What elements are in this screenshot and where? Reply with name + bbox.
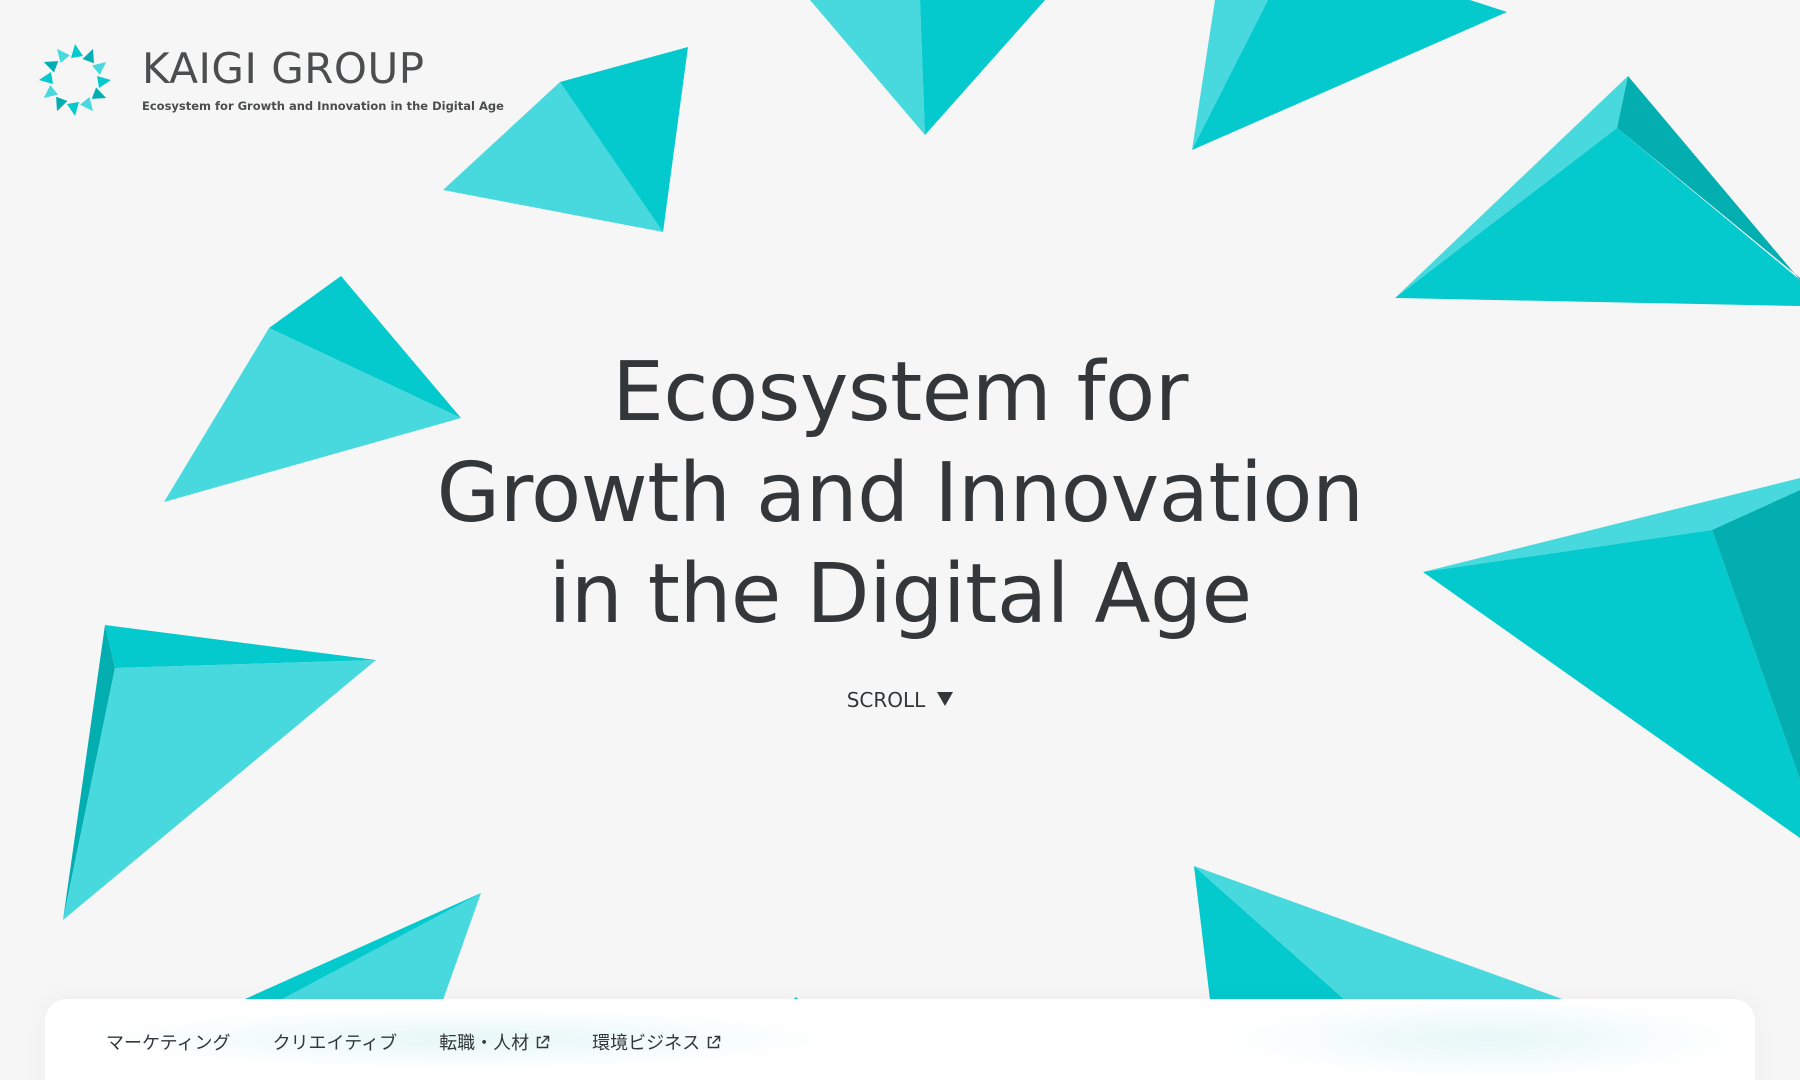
scroll-label: SCROLL	[846, 688, 926, 712]
nav-item-label: クリエイティブ	[272, 1033, 398, 1054]
nav-item-label: 環境ビジネス	[592, 1033, 701, 1054]
brand-tagline: Ecosystem for Growth and Innovation in t…	[142, 98, 504, 113]
brand-logo-link[interactable]: KAIGI GROUP Ecosystem for Growth and Inn…	[26, 42, 504, 118]
brand-text: KAIGI GROUP Ecosystem for Growth and Inn…	[142, 43, 504, 113]
nav-item-career[interactable]: 転職・人材	[439, 1029, 550, 1055]
nav-list: マーケティング クリエイティブ 転職・人材 環境ビジネス	[45, 999, 1755, 1080]
bottom-nav: マーケティング クリエイティブ 転職・人材 環境ビジネス	[45, 999, 1755, 1080]
nav-item-creative[interactable]: クリエイティブ	[273, 1029, 398, 1055]
page: KAIGI GROUP Ecosystem for Growth and Inn…	[0, 0, 1800, 1080]
external-link-icon	[536, 1035, 550, 1048]
nav-item-label: マーケティング	[106, 1033, 231, 1054]
scroll-button[interactable]: SCROLL	[0, 688, 1800, 712]
nav-item-marketing[interactable]: マーケティング	[106, 1029, 231, 1055]
triangle-down-icon	[937, 692, 954, 706]
hero-title-line: Ecosystem for	[612, 345, 1188, 440]
hero-title: Ecosystem for Growth and Innovation in t…	[0, 342, 1800, 645]
external-link-icon	[707, 1035, 721, 1048]
triangle-shape	[920, 0, 1045, 135]
nav-item-environment[interactable]: 環境ビジネス	[592, 1029, 721, 1055]
triangle-shape	[810, 0, 925, 135]
hero-title-line: in the Digital Age	[548, 547, 1252, 642]
kaigi-logo-icon	[39, 44, 111, 116]
brand-name: KAIGI GROUP	[142, 43, 425, 93]
nav-item-label: 転職・人材	[439, 1033, 530, 1054]
hero-title-line: Growth and Innovation	[436, 446, 1364, 541]
